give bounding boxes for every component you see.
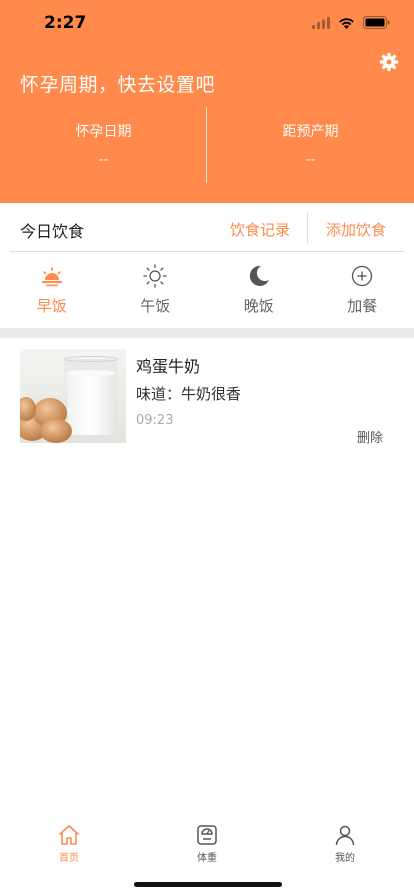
stat-label: 距预产期 — [282, 124, 339, 140]
scale-icon — [197, 825, 217, 845]
home-indicator — [134, 882, 282, 887]
diet-record-button[interactable]: 饮食记录 — [230, 219, 290, 240]
status-icons — [312, 16, 390, 29]
signal-icon — [312, 16, 330, 29]
meal-label: 加餐 — [347, 297, 378, 315]
section-separator — [0, 328, 414, 338]
meal-label: 晚饭 — [243, 297, 274, 315]
tab-label: 首页 — [59, 853, 79, 864]
meal-label: 早饭 — [36, 297, 67, 315]
stat-value: -- — [98, 152, 109, 168]
today-divider — [307, 213, 308, 243]
food-list-item[interactable]: 鸡蛋牛奶 味道：牛奶很香 09:23 删除 — [0, 339, 414, 457]
battery-icon — [363, 16, 390, 29]
user-icon — [335, 825, 355, 846]
food-name: 鸡蛋牛奶 — [136, 357, 201, 376]
food-taste: 味道：牛奶很香 — [136, 385, 242, 403]
pregnancy-stats: 怀孕日期 -- 距预产期 -- — [0, 107, 414, 183]
sun-icon — [143, 264, 167, 288]
tab-breakfast[interactable]: 早饭 — [0, 260, 104, 326]
meal-label: 午饭 — [140, 297, 171, 315]
plus-circle-icon — [352, 265, 373, 287]
food-thumbnail — [20, 349, 126, 443]
sunrise-icon — [41, 267, 62, 287]
meal-tabs: 早饭 午饭 晚饭 加餐 — [0, 260, 414, 326]
food-time: 09:23 — [136, 413, 174, 428]
tab-home[interactable]: 首页 — [0, 808, 138, 896]
header: 2:27 怀孕周期，快去设置吧 怀孕日期 -- 距预产期 -- — [0, 0, 414, 203]
moon-icon — [249, 265, 269, 286]
status-bar: 2:27 — [0, 0, 414, 46]
tab-profile[interactable]: 我的 — [276, 808, 414, 896]
stat-value: -- — [305, 152, 316, 168]
stat-due-date[interactable]: 距预产期 -- — [207, 107, 414, 183]
add-diet-button[interactable]: 添加饮食 — [326, 219, 386, 240]
tab-dinner[interactable]: 晚饭 — [207, 260, 311, 326]
stats-divider — [206, 107, 207, 183]
tab-lunch[interactable]: 午饭 — [104, 260, 208, 326]
status-time: 2:27 — [44, 13, 87, 33]
home-icon — [59, 825, 79, 845]
page-title: 怀孕周期，快去设置吧 — [20, 74, 216, 96]
today-diet-bar: 今日饮食 饮食记录 添加饮食 — [10, 204, 404, 252]
today-diet-title: 今日饮食 — [20, 222, 85, 241]
gear-icon[interactable] — [379, 52, 399, 72]
wifi-icon — [339, 17, 354, 29]
tab-label: 体重 — [197, 853, 217, 864]
tab-label: 我的 — [335, 853, 355, 864]
delete-button[interactable]: 删除 — [357, 427, 383, 446]
stat-pregnancy-date[interactable]: 怀孕日期 -- — [0, 107, 207, 183]
stat-label: 怀孕日期 — [75, 124, 132, 140]
tab-snack[interactable]: 加餐 — [311, 260, 414, 326]
